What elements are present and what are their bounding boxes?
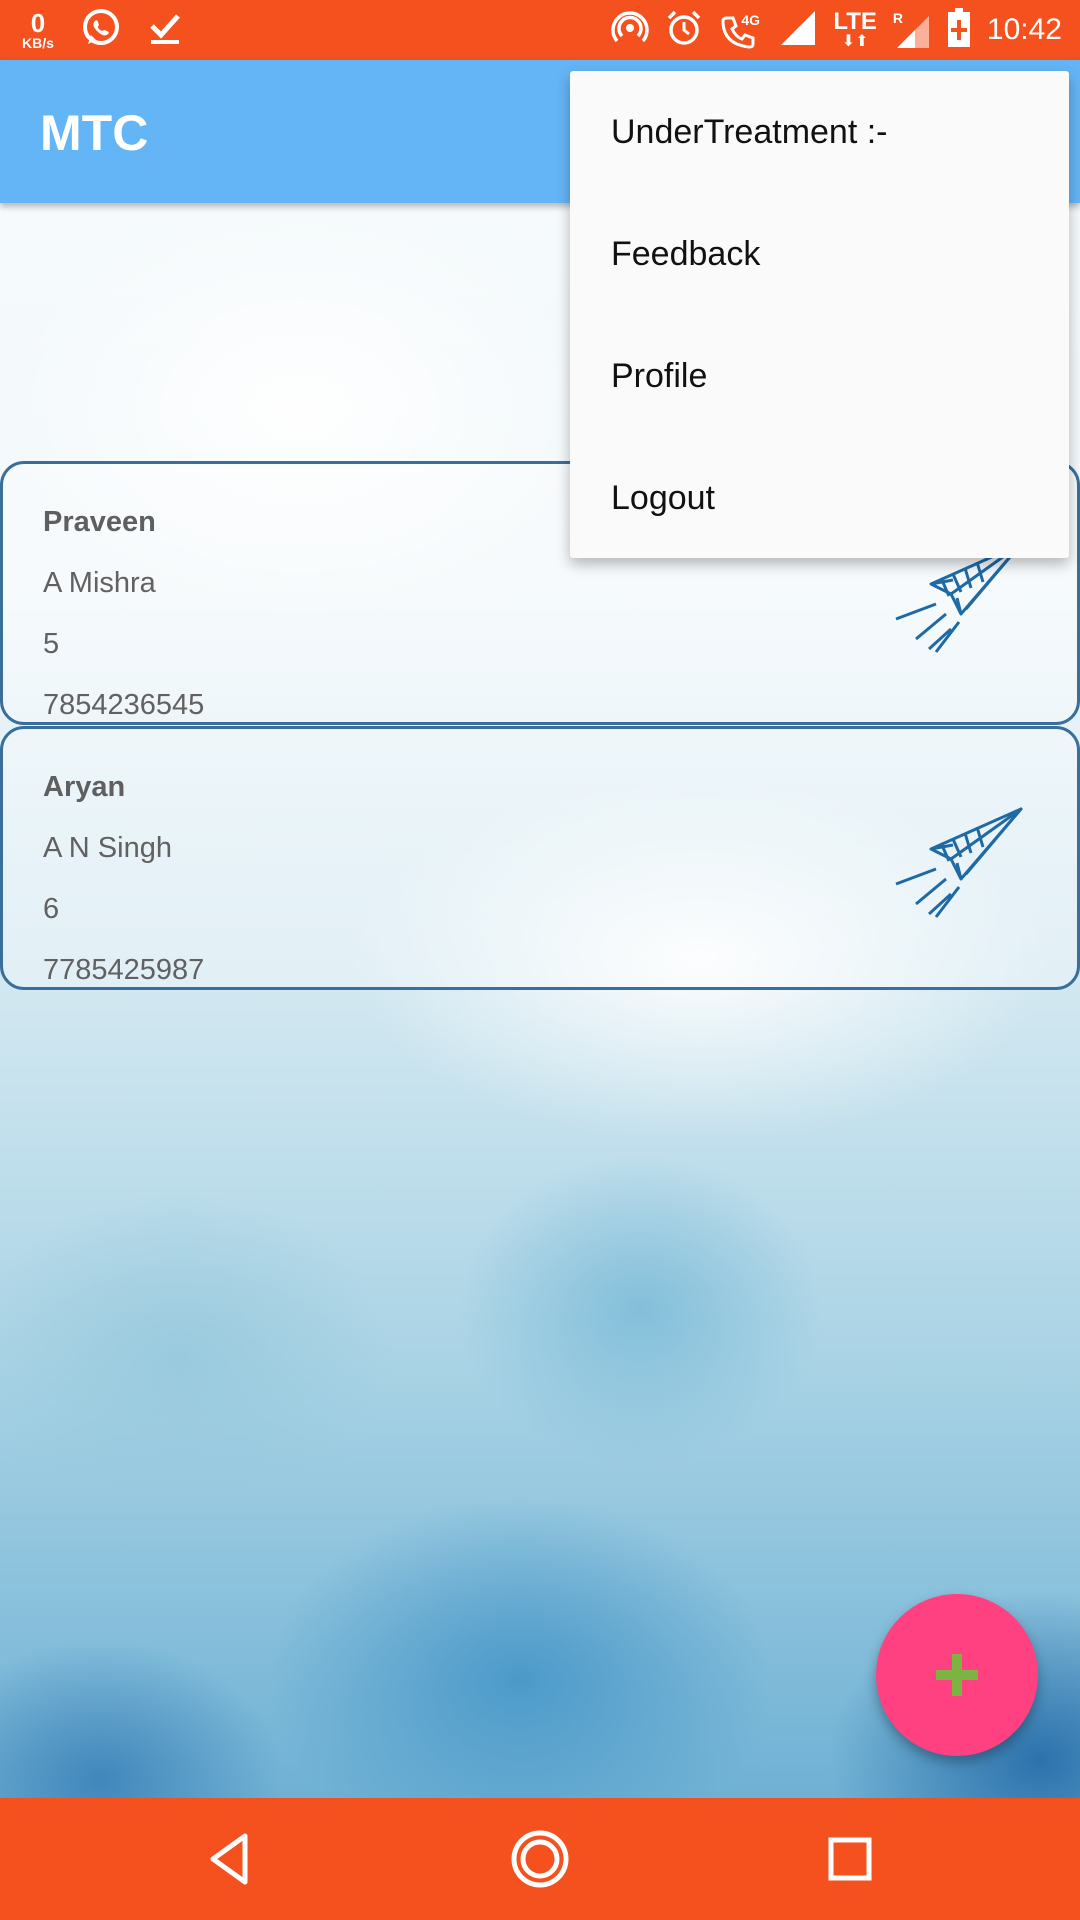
back-icon[interactable] — [199, 1828, 261, 1890]
signal-icon — [779, 9, 817, 52]
network-speed: 0 KB/s — [22, 10, 54, 50]
plus-icon — [936, 1654, 978, 1696]
lte-indicator: LTE ⬇⬆ — [833, 10, 877, 50]
patient-name: Aryan — [43, 771, 126, 803]
menu-item-profile[interactable]: Profile — [570, 315, 1069, 437]
patient-name: Praveen — [43, 506, 156, 538]
whatsapp-icon — [80, 7, 122, 54]
roaming-signal-icon: R — [893, 10, 931, 50]
add-button[interactable] — [876, 1594, 1038, 1756]
patient-age: 5 — [43, 628, 60, 660]
app-title: MTC — [40, 105, 149, 161]
clock: 10:42 — [986, 13, 1062, 46]
download-done-icon — [148, 10, 182, 51]
hotspot-icon — [611, 9, 650, 52]
data-arrows-icon: ⬇⬆ — [841, 33, 869, 50]
patient-parent: A N Singh — [43, 832, 172, 864]
navigation-bar — [0, 1798, 1080, 1920]
menu-item-feedback[interactable]: Feedback — [570, 193, 1069, 315]
patient-card[interactable]: Aryan A N Singh 6 7785425987 — [0, 726, 1080, 990]
patient-phone: 7854236545 — [43, 689, 205, 721]
patient-age: 6 — [43, 893, 60, 925]
menu-item-logout[interactable]: Logout — [570, 437, 1069, 559]
alarm-icon — [665, 9, 703, 52]
lte-label: LTE — [833, 8, 877, 35]
volte-call-icon: 4G — [719, 10, 763, 50]
recents-icon[interactable] — [819, 1828, 881, 1890]
network-speed-unit: KB/s — [22, 35, 54, 51]
home-icon[interactable] — [509, 1828, 571, 1890]
paper-plane-icon[interactable] — [891, 799, 1031, 919]
patient-phone: 7785425987 — [43, 954, 205, 986]
network-type-label: 4G — [741, 12, 761, 28]
patient-parent: A Mishra — [43, 567, 156, 599]
overflow-menu: UnderTreatment :- Feedback Profile Logou… — [570, 71, 1069, 558]
battery-charging-icon — [947, 7, 971, 53]
network-speed-value: 0 — [30, 8, 46, 38]
status-bar: 0 KB/s 4G LTE ⬇⬆ R 10:42 — [0, 0, 1080, 60]
menu-item-undertreatment[interactable]: UnderTreatment :- — [570, 71, 1069, 193]
